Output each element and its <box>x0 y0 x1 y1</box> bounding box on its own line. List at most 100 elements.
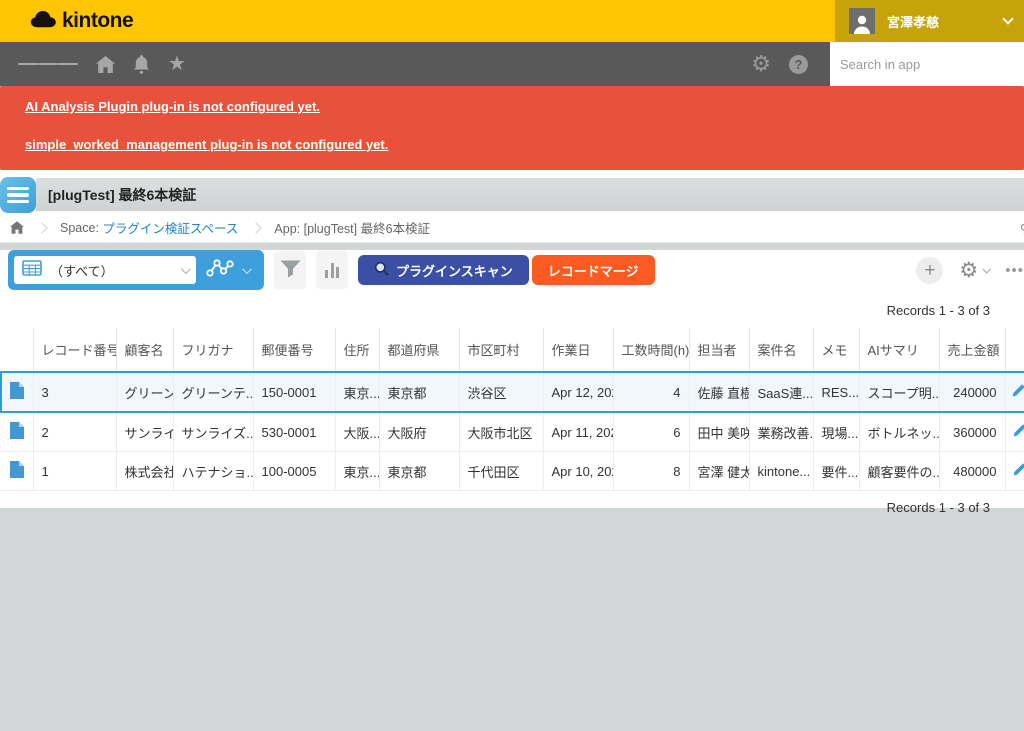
cell-record-no: 3 <box>33 372 116 412</box>
record-document-icon[interactable] <box>10 461 24 478</box>
alert-link-simple-worked[interactable]: simple_worked_management plug-in is not … <box>25 137 999 152</box>
cell-project: SaaS連... <box>749 372 813 412</box>
record-document-icon[interactable] <box>10 382 24 399</box>
column-header-zip[interactable]: 郵便番号 <box>253 328 335 372</box>
column-header-icon <box>1 328 33 372</box>
view-selector: （すべて） <box>8 250 264 290</box>
column-header-sales[interactable]: 売上金額 <box>939 328 1005 372</box>
cell-hours: 4 <box>613 372 689 412</box>
cell-city: 大阪市北区 <box>459 412 543 452</box>
table-view-icon <box>22 260 42 281</box>
help-icon[interactable]: ? <box>789 55 808 74</box>
plugin-scan-button[interactable]: プラグインスキャン <box>358 255 529 285</box>
star-icon[interactable]: ★ <box>168 54 186 74</box>
cell-ai-summary: ボトルネッ... <box>859 412 939 452</box>
breadcrumb-separator <box>251 222 262 233</box>
cell-address: 東京... <box>335 372 379 412</box>
chevron-down-icon <box>242 264 252 274</box>
chart-button[interactable] <box>316 251 348 289</box>
user-menu[interactable]: 宮澤孝慈 <box>835 0 1024 42</box>
column-header-hours[interactable]: 工数時間(h) <box>613 328 689 372</box>
cell-memo: RES... <box>813 372 859 412</box>
breadcrumb: Space: プラグイン検証スペース App: [plugTest] 最終6本検… <box>0 213 1024 243</box>
breadcrumb-home-icon[interactable] <box>10 221 24 234</box>
pencil-icon <box>1012 462 1024 480</box>
cell-project: kintone... <box>749 452 813 491</box>
ellipsis-icon[interactable]: ••• <box>1005 262 1024 279</box>
cell-assignee: 宮澤 健太 <box>689 452 749 491</box>
cell-sales: 360000 <box>939 412 1005 452</box>
records-count-bottom: Records 1 - 3 of 3 <box>0 500 990 515</box>
cell-furigana: ハテナショ... <box>173 452 253 491</box>
search-input[interactable] <box>830 42 1024 86</box>
cell-record-no: 1 <box>33 452 116 491</box>
column-header-customer[interactable]: 顧客名 <box>116 328 173 372</box>
filter-button[interactable] <box>274 251 306 289</box>
bar-chart-icon <box>325 263 339 278</box>
alert-link-ai-analysis[interactable]: AI Analysis Plugin plug-in is not config… <box>25 99 999 114</box>
breadcrumb-space-prefix: Space: <box>60 221 102 235</box>
app-icon[interactable] <box>0 177 36 213</box>
column-header-work-date[interactable]: 作業日 <box>543 328 613 372</box>
column-header-city[interactable]: 市区町村 <box>459 328 543 372</box>
column-header-address[interactable]: 住所 <box>335 328 379 372</box>
table-header-row: レコード番号 顧客名 フリガナ 郵便番号 住所 都道府県 市区町村 作業日 工数… <box>1 328 1024 372</box>
edit-record-button[interactable] <box>1012 462 1024 480</box>
column-header-record-no[interactable]: レコード番号 <box>33 328 116 372</box>
breadcrumb-space-link[interactable]: プラグイン検証スペース <box>102 218 238 237</box>
cell-zip: 100-0005 <box>253 452 335 491</box>
user-name: 宮澤孝慈 <box>887 12 939 31</box>
cell-assignee: 田中 美咲 <box>689 412 749 452</box>
table-row: 1 株式会社... ハテナショ... 100-0005 東京... 東京都 千代… <box>1 452 1024 491</box>
cell-zip: 150-0001 <box>253 372 335 412</box>
bell-icon[interactable] <box>133 55 150 74</box>
gear-icon[interactable]: ⚙ <box>751 53 771 75</box>
chevron-down-icon <box>181 264 191 274</box>
spacer <box>0 170 1024 177</box>
cell-hours: 8 <box>613 452 689 491</box>
column-header-project[interactable]: 案件名 <box>749 328 813 372</box>
view-select-value: （すべて） <box>50 261 173 280</box>
cell-prefecture: 大阪府 <box>379 412 459 452</box>
cell-sales: 240000 <box>939 372 1005 412</box>
view-settings-button[interactable]: ⚙ <box>959 260 989 281</box>
record-document-icon[interactable] <box>10 422 24 439</box>
record-merge-label: レコードマージ <box>548 261 639 280</box>
record-list-view: （すべて） <box>0 250 1024 508</box>
pencil-icon <box>1011 383 1024 401</box>
column-header-furigana[interactable]: フリガナ <box>173 328 253 372</box>
chevron-down-icon <box>1002 13 1013 24</box>
cell-address: 大阪... <box>335 412 379 452</box>
column-header-assignee[interactable]: 担当者 <box>689 328 749 372</box>
alert-banner: AI Analysis Plugin plug-in is not config… <box>0 86 1024 170</box>
cell-city: 渋谷区 <box>459 372 543 412</box>
column-header-edit <box>1005 328 1024 372</box>
cell-sales: 480000 <box>939 452 1005 491</box>
records-count-top: Records 1 - 3 of 3 <box>0 303 990 318</box>
graph-view-button[interactable] <box>196 258 257 283</box>
home-icon[interactable] <box>96 56 115 73</box>
cell-work-date: Apr 10, 2026 <box>543 452 613 491</box>
funnel-icon <box>280 260 301 281</box>
hamburger-menu-icon[interactable] <box>18 60 78 69</box>
edit-record-button[interactable] <box>1011 383 1024 401</box>
record-merge-button[interactable]: レコードマージ <box>532 255 655 285</box>
cell-record-no: 2 <box>33 412 116 452</box>
add-record-button[interactable]: + <box>916 257 943 284</box>
pin-icon[interactable]: ⚲ <box>1020 221 1024 236</box>
cell-memo: 現場... <box>813 412 859 452</box>
column-header-memo[interactable]: メモ <box>813 328 859 372</box>
view-toolbar: （すべて） <box>8 250 1016 290</box>
breadcrumb-app-item: App: [plugTest] 最終6本検証 <box>274 218 430 237</box>
page: kintone 宮澤孝慈 ★ ⚙ ? <box>0 0 1024 731</box>
edit-record-button[interactable] <box>1012 423 1024 441</box>
cell-customer: 株式会社... <box>116 452 173 491</box>
cell-zip: 530-0001 <box>253 412 335 452</box>
records-table: レコード番号 顧客名 フリガナ 郵便番号 住所 都道府県 市区町村 作業日 工数… <box>0 328 1024 491</box>
column-header-prefecture[interactable]: 都道府県 <box>379 328 459 372</box>
cell-customer: サンライ... <box>116 412 173 452</box>
view-select[interactable]: （すべて） <box>14 256 196 284</box>
kintone-logo[interactable]: kintone <box>30 9 133 33</box>
breadcrumb-separator <box>36 222 47 233</box>
column-header-ai-summary[interactable]: AIサマリ <box>859 328 939 372</box>
